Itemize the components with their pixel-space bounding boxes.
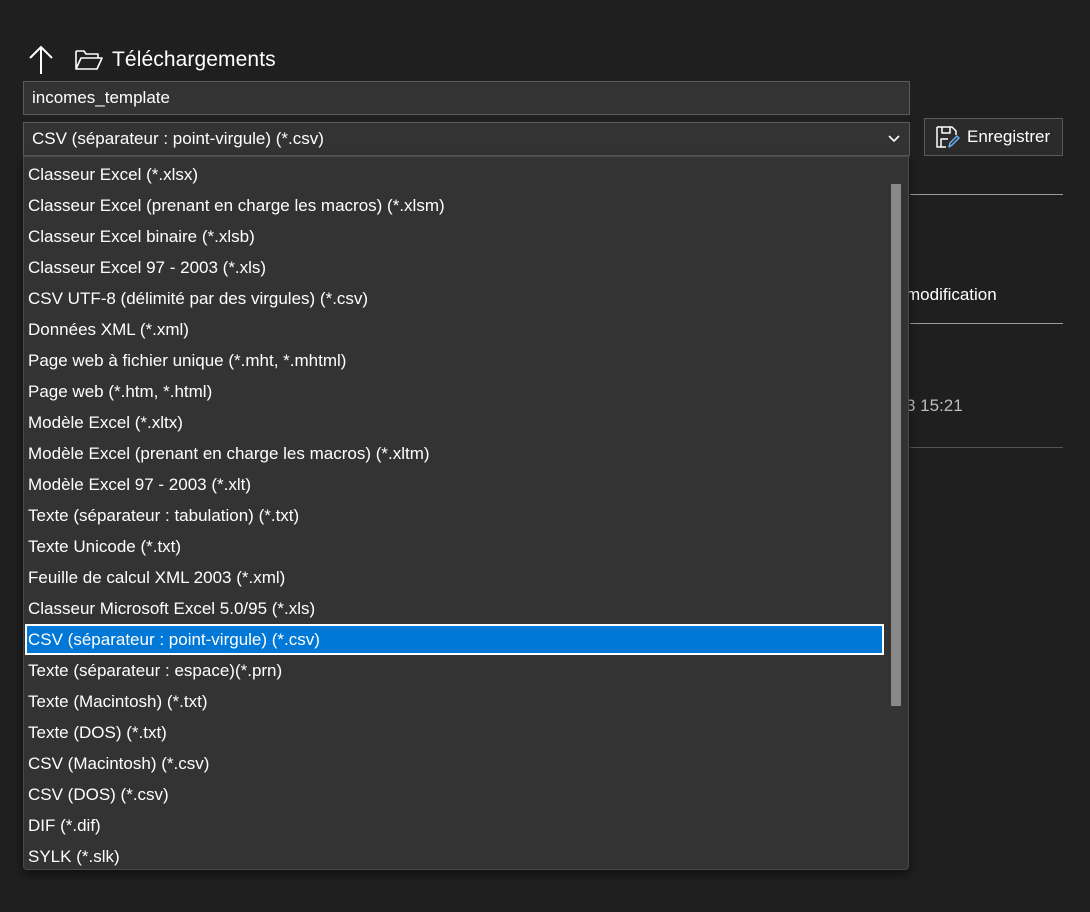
- save-as-panel: Téléchargements CSV (séparateur : point-…: [0, 0, 1090, 912]
- file-type-option[interactable]: Classeur Excel binaire (*.xlsb): [24, 221, 885, 252]
- file-row-date[interactable]: 3 15:21: [906, 396, 963, 416]
- file-type-option[interactable]: Page web à fichier unique (*.mht, *.mhtm…: [24, 345, 885, 376]
- file-type-option[interactable]: Classeur Excel (prenant en charge les ma…: [24, 190, 885, 221]
- file-type-option[interactable]: CSV (Macintosh) (*.csv): [24, 748, 885, 779]
- file-type-option[interactable]: Page web (*.htm, *.html): [24, 376, 885, 407]
- arrow-up-icon: [29, 45, 53, 74]
- file-type-option[interactable]: Modèle Excel (prenant en charge les macr…: [24, 438, 885, 469]
- filename-input[interactable]: [23, 81, 910, 115]
- file-type-option[interactable]: CSV UTF-8 (délimité par des virgules) (*…: [24, 283, 885, 314]
- file-type-option[interactable]: Texte (Macintosh) (*.txt): [24, 686, 885, 717]
- divider: [910, 323, 1063, 324]
- file-type-option[interactable]: Classeur Microsoft Excel 5.0/95 (*.xls): [24, 593, 885, 624]
- file-type-option[interactable]: Modèle Excel (*.xltx): [24, 407, 885, 438]
- file-type-options: Classeur Excel (*.xlsx) Classeur Excel (p…: [24, 157, 885, 869]
- folder-open-icon: [74, 47, 104, 73]
- file-type-option[interactable]: Texte Unicode (*.txt): [24, 531, 885, 562]
- file-type-option-selected[interactable]: CSV (séparateur : point-virgule) (*.csv): [25, 624, 884, 655]
- location-bar: Téléchargements: [26, 42, 276, 78]
- file-type-option[interactable]: Texte (séparateur : espace)(*.prn): [24, 655, 885, 686]
- scrollbar-thumb[interactable]: [891, 184, 901, 706]
- save-edit-icon: [934, 124, 960, 150]
- file-type-option[interactable]: Classeur Excel 97 - 2003 (*.xls): [24, 252, 885, 283]
- save-button[interactable]: Enregistrer: [924, 118, 1063, 156]
- file-type-option[interactable]: SYLK (*.slk): [24, 841, 885, 869]
- file-type-dropdown-list: Classeur Excel (*.xlsx) Classeur Excel (p…: [23, 156, 909, 870]
- file-type-selected-value: CSV (séparateur : point-virgule) (*.csv): [32, 129, 324, 148]
- chevron-down-icon: [887, 132, 901, 146]
- save-button-label: Enregistrer: [967, 127, 1051, 146]
- file-type-option[interactable]: Feuille de calcul XML 2003 (*.xml): [24, 562, 885, 593]
- divider: [910, 447, 1063, 448]
- up-folder-button[interactable]: [26, 43, 56, 77]
- column-header-modified[interactable]: modification: [906, 285, 997, 305]
- divider: [910, 194, 1063, 195]
- current-folder-label: Téléchargements: [112, 48, 276, 71]
- file-type-option[interactable]: Données XML (*.xml): [24, 314, 885, 345]
- file-type-select[interactable]: CSV (séparateur : point-virgule) (*.csv): [23, 122, 910, 156]
- file-type-option[interactable]: Texte (DOS) (*.txt): [24, 717, 885, 748]
- file-type-option[interactable]: CSV (DOS) (*.csv): [24, 779, 885, 810]
- file-type-option[interactable]: Classeur Excel (*.xlsx): [24, 159, 885, 190]
- file-type-option[interactable]: Texte (séparateur : tabulation) (*.txt): [24, 500, 885, 531]
- file-type-option[interactable]: Modèle Excel 97 - 2003 (*.xlt): [24, 469, 885, 500]
- file-type-option[interactable]: DIF (*.dif): [24, 810, 885, 841]
